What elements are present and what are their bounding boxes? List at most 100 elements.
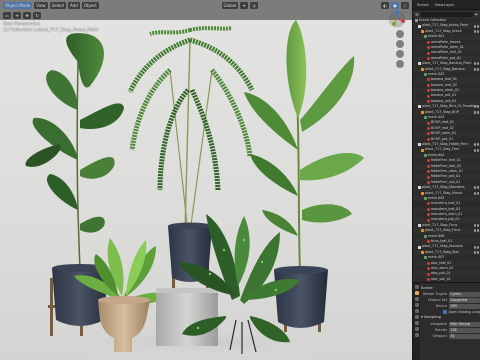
visibility-eye-icon[interactable]	[474, 143, 479, 147]
osl-checkbox[interactable]	[443, 310, 447, 314]
collection-icon	[417, 224, 421, 228]
integrator-dropdown[interactable]: Path Tracing	[448, 321, 480, 327]
visibility-eye-icon[interactable]	[474, 250, 479, 254]
viewport-toolbar: Object Mode View Select Add Object Globa…	[0, 0, 412, 10]
shading-solid-icon[interactable]: ●	[391, 1, 399, 9]
mesh-data-icon	[423, 116, 427, 120]
device-dropdown[interactable]: GPU	[448, 303, 480, 309]
viewport-info: User Perspective (1) Collection | plant_…	[3, 22, 98, 34]
filter-icon[interactable]: ⏷	[475, 12, 478, 17]
object-icon	[420, 29, 424, 33]
material-icon	[426, 213, 430, 217]
material-icon	[426, 89, 430, 93]
menu-object[interactable]: Object	[81, 1, 99, 9]
material-icon	[426, 170, 430, 174]
areca-palm-plant	[127, 26, 255, 233]
material-icon	[426, 83, 430, 87]
snap-icon[interactable]: ⌖	[240, 1, 249, 9]
material-icon	[426, 207, 430, 211]
menu-add[interactable]: Add	[68, 1, 80, 9]
fiddle-leaf-plant	[25, 33, 124, 271]
visibility-eye-icon[interactable]	[474, 105, 479, 109]
outliner-display-mode-icon[interactable]: ☰	[415, 12, 419, 17]
visibility-eye-icon[interactable]	[474, 62, 479, 66]
visibility-eye-icon[interactable]	[474, 191, 479, 195]
visibility-eye-icon[interactable]	[474, 148, 479, 152]
material-icon	[426, 180, 430, 184]
render-tab-icon[interactable]	[414, 291, 419, 295]
feature-set-label: Feature Set	[428, 298, 447, 302]
scene-selector[interactable]: Scene	[415, 2, 431, 7]
material-icon	[426, 267, 430, 271]
ortho-toggle-icon[interactable]	[396, 60, 404, 68]
shading-render-icon[interactable]: ○	[401, 1, 409, 9]
menu-select[interactable]: Select	[49, 1, 67, 9]
visibility-eye-icon[interactable]	[474, 29, 479, 33]
material-icon	[426, 40, 430, 44]
tool-tab-icon[interactable]	[414, 285, 419, 289]
collection-icon	[417, 245, 421, 249]
mode-selector[interactable]: Object Mode	[3, 1, 33, 9]
move-icon[interactable]: ✥	[23, 11, 31, 19]
proportional-edit-icon[interactable]: ◎	[250, 1, 259, 9]
overlays-icon[interactable]: ◐	[381, 1, 389, 9]
output-tab-icon[interactable]	[414, 297, 419, 301]
concrete-pot	[156, 288, 218, 346]
zoom-icon[interactable]	[396, 30, 404, 38]
transform-orientation[interactable]: Global	[221, 1, 239, 9]
visibility-eye-icon[interactable]	[474, 110, 479, 114]
material-icon	[426, 137, 430, 141]
menu-view[interactable]: View	[34, 1, 48, 9]
top-bar: Scene ViewLayer	[413, 0, 480, 10]
visibility-eye-icon[interactable]	[474, 229, 479, 233]
material-icon	[426, 272, 430, 276]
world-tab-icon[interactable]	[414, 315, 419, 319]
scene-collection-icon	[414, 19, 418, 23]
mesh-data-icon	[423, 35, 427, 39]
object-tab-icon[interactable]	[414, 321, 419, 325]
view-layer-selector[interactable]: ViewLayer	[433, 2, 457, 7]
navigation-gizmo[interactable]: X Y Z	[388, 10, 406, 28]
material-icon	[426, 202, 430, 206]
pan-icon[interactable]	[396, 40, 404, 48]
mesh-data-icon	[423, 256, 427, 260]
viewport-samples-row: Viewport 32	[421, 333, 480, 339]
device-label: Device	[435, 304, 447, 308]
right-sidebar: Scene ViewLayer ☰ ⏷ Scene Collection plan…	[412, 0, 480, 360]
material-icon	[426, 46, 430, 50]
material-tab-icon[interactable]	[414, 333, 419, 337]
visibility-eye-icon[interactable]	[474, 186, 479, 190]
viewport-samples-label: Viewport	[432, 334, 447, 338]
visibility-eye-icon[interactable]	[474, 224, 479, 228]
object-icon	[420, 191, 424, 195]
visibility-eye-icon[interactable]	[474, 245, 479, 249]
select-box-icon[interactable]: ▭	[3, 11, 11, 19]
material-icon	[426, 56, 430, 60]
viewport-samples-field[interactable]: 32	[448, 333, 480, 339]
collection-icon	[417, 62, 421, 66]
material-icon	[426, 100, 430, 104]
feature-set-dropdown[interactable]: Supported	[448, 297, 480, 303]
view-layer-tab-icon[interactable]	[414, 303, 419, 307]
cursor-icon[interactable]: ✛	[13, 11, 21, 19]
render-engine-dropdown[interactable]: Cycles	[448, 291, 480, 297]
modifier-tab-icon[interactable]	[414, 327, 419, 331]
outliner-search-input[interactable]	[420, 12, 473, 17]
properties-tabs	[413, 283, 420, 360]
visibility-eye-icon[interactable]	[474, 24, 479, 28]
collection-icon	[417, 105, 421, 109]
mesh-data-icon	[423, 153, 427, 157]
material-icon	[426, 51, 430, 55]
visibility-eye-icon[interactable]	[474, 67, 479, 71]
outliner[interactable]: ☰ ⏷ Scene Collection plant_717_Stag_Areca…	[413, 10, 480, 282]
material-icon	[426, 164, 430, 168]
object-icon	[420, 110, 424, 114]
rotate-icon[interactable]: ↻	[33, 11, 41, 19]
3d-viewport[interactable]: Object Mode View Select Add Object Globa…	[0, 0, 412, 360]
scene-tab-icon[interactable]	[414, 309, 419, 313]
camera-view-icon[interactable]	[396, 50, 404, 58]
outliner-tree: Scene Collection plant_717_Stag_Areca_Pal…	[413, 18, 480, 282]
integrator-label: Integrator	[430, 322, 447, 326]
render-samples-field[interactable]: 128	[448, 327, 480, 333]
material-icon	[426, 94, 430, 98]
